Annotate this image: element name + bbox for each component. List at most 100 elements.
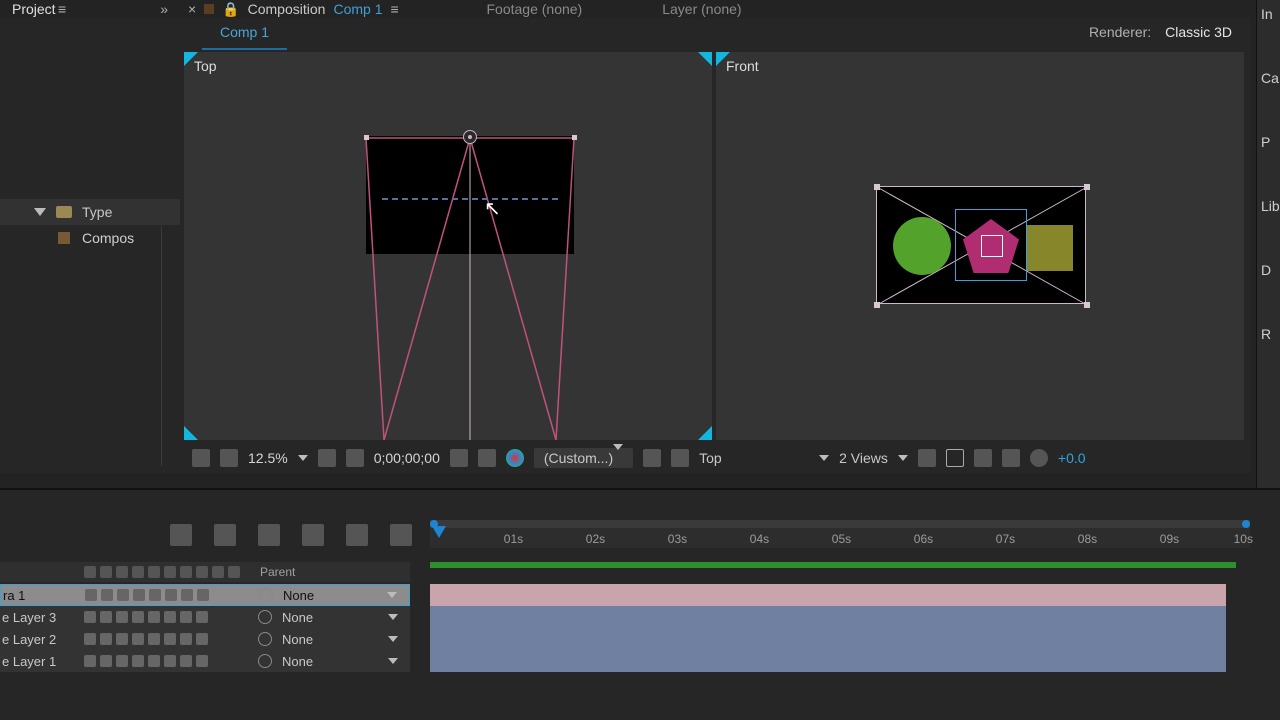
panel-stub[interactable]: R [1261,326,1271,342]
label-color-icon [56,206,72,218]
pickwhip-icon[interactable] [258,632,272,646]
layer-bar[interactable] [430,628,1226,650]
panel-stub[interactable]: Ca [1261,70,1279,86]
layer-tab[interactable]: Layer (none) [622,1,781,17]
panel-stub[interactable]: P [1261,134,1270,150]
chevron-down-icon[interactable] [819,455,829,461]
parent-value[interactable]: None [282,632,313,647]
work-area-bar[interactable] [430,520,1250,528]
composition-name: Comp 1 [333,1,382,17]
layer-row[interactable]: ra 1 None [0,584,410,606]
layer-row[interactable]: e Layer 1 None [0,650,410,672]
view-camera-dropdown[interactable]: Top [699,450,809,466]
composition-tab[interactable]: × 🔒 Composition Comp 1 ≡ [180,0,446,18]
viewer-comp-tab[interactable]: Comp 1 [202,18,287,50]
project-item-name: Compos [82,230,134,246]
view-layout-dropdown[interactable]: 2 Views [839,450,888,466]
layer-bar[interactable] [430,606,1226,628]
shape-square [1027,225,1073,271]
panel-collapse-icon[interactable]: » [100,1,180,17]
mask-icon[interactable] [671,449,689,467]
roi-icon[interactable] [346,449,364,467]
pickwhip-icon[interactable] [258,654,272,668]
search-icon[interactable] [170,524,192,546]
panel-stub[interactable]: D [1261,262,1271,278]
work-area-track[interactable] [430,562,1236,568]
pixel-aspect-icon[interactable] [918,449,936,467]
comp-bounds-front [876,186,1086,304]
exposure-value[interactable]: +0.0 [1058,450,1086,466]
resolution-dropdown[interactable]: (Custom...) [534,448,633,468]
renderer-picker[interactable]: Renderer: Classic 3D [1089,24,1232,40]
camera-node-icon[interactable] [463,130,477,144]
transparency-icon[interactable] [643,449,661,467]
snapshot-icon[interactable] [450,449,468,467]
pickwhip-icon[interactable] [258,610,272,624]
twirl-down-icon[interactable] [34,208,46,216]
zoom-dropdown-icon[interactable] [298,455,308,461]
exposure-reset-icon[interactable] [1030,449,1048,467]
layer-bar[interactable] [430,650,1226,672]
lock-icon[interactable]: 🔒 [222,1,239,18]
camera-frustum [184,52,712,440]
chevron-down-icon[interactable] [388,658,398,664]
ruler-tick: 08s [1078,532,1097,546]
parent-value[interactable]: None [283,588,314,603]
layer-name[interactable]: e Layer 2 [0,632,80,647]
shape-circle [893,217,951,275]
fast-preview-icon[interactable] [946,449,964,467]
cube-3d-icon[interactable] [258,524,280,546]
project-panel: Type Compos [0,18,180,473]
layer-bar[interactable] [430,584,1226,606]
layer-switches[interactable] [80,633,250,645]
chevron-down-icon[interactable] [387,592,397,598]
mag-tool-icon[interactable] [192,449,210,467]
parent-column-header: Parent [250,565,410,579]
frame-blend-icon[interactable] [302,524,324,546]
layer-name[interactable]: e Layer 1 [0,654,80,669]
viewport-front[interactable]: Front [716,52,1244,440]
layer-row[interactable]: e Layer 3 None [0,606,410,628]
viewer-footer: 12.5% 0;00;00;00 (Custom...) Top 2 Views… [184,443,1244,473]
project-column-divider [161,226,162,466]
layer-switches[interactable] [80,611,250,623]
pickwhip-icon[interactable] [259,588,273,602]
zoom-level[interactable]: 12.5% [248,450,288,466]
resolution-icon[interactable] [318,449,336,467]
renderer-value: Classic 3D [1165,24,1232,40]
color-mgmt-icon[interactable] [506,449,524,467]
graph-editor-icon[interactable] [390,524,412,546]
display-icon[interactable] [220,449,238,467]
viewport-top[interactable]: Top ↖ [184,52,712,440]
project-menu-icon[interactable]: ≡ [58,1,100,17]
layer-name[interactable]: e Layer 3 [0,610,80,625]
project-column-header[interactable]: Type [0,199,180,225]
time-ruler[interactable]: 01s 02s 03s 04s 05s 06s 07s 08s 09s 10s [430,520,1250,548]
timeline-icon[interactable] [974,449,992,467]
timeline-columns-header: Parent [0,562,410,582]
comp-icon [204,4,214,14]
parent-value[interactable]: None [282,610,313,625]
project-item-row[interactable]: Compos [0,226,180,250]
close-icon[interactable]: × [188,1,196,17]
layer-switches[interactable] [80,655,250,667]
motion-blur-icon[interactable] [346,524,368,546]
panel-stub[interactable]: In [1261,6,1273,22]
footage-tab[interactable]: Footage (none) [446,1,622,17]
comp-menu-icon[interactable]: ≡ [390,1,432,17]
chevron-down-icon[interactable] [898,455,908,461]
layer-switches[interactable] [81,589,251,601]
current-time-indicator[interactable] [432,526,446,538]
project-tab[interactable]: Project [0,1,58,17]
panel-stub[interactable]: Lib [1261,198,1280,214]
chevron-down-icon[interactable] [388,614,398,620]
shy-icon[interactable] [214,524,236,546]
timeline-panel: 01s 02s 03s 04s 05s 06s 07s 08s 09s 10s … [0,488,1280,720]
current-timecode[interactable]: 0;00;00;00 [374,450,440,466]
parent-value[interactable]: None [282,654,313,669]
channel-icon[interactable] [478,449,496,467]
layer-row[interactable]: e Layer 2 None [0,628,410,650]
chevron-down-icon[interactable] [388,636,398,642]
flowchart-icon[interactable] [1002,449,1020,467]
layer-name[interactable]: ra 1 [1,588,81,603]
